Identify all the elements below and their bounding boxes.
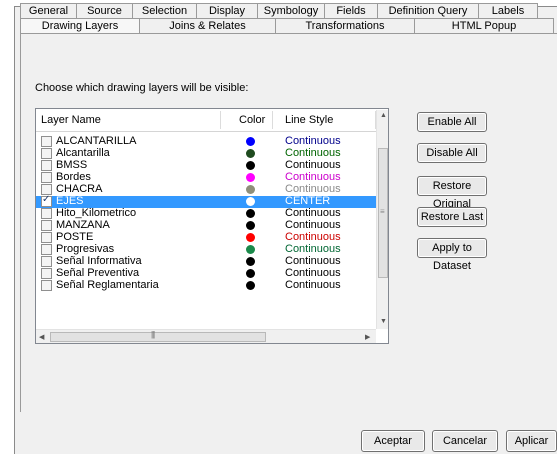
layer-color-swatch	[246, 269, 255, 278]
tab-row-top: General Source Selection Display Symbolo…	[20, 3, 538, 19]
layer-color-swatch	[246, 209, 255, 218]
layer-color-swatch	[246, 257, 255, 266]
layer-line-style: Continuous	[285, 279, 341, 291]
layer-line-style: Continuous	[285, 243, 341, 255]
layer-color-swatch	[246, 161, 255, 170]
scroll-down-icon[interactable]: ▼	[380, 318, 387, 325]
layer-line-style: Continuous	[285, 207, 341, 219]
layer-color-swatch	[246, 233, 255, 242]
layer-line-style: Continuous	[285, 171, 341, 183]
tab-joins-relates[interactable]: Joins & Relates	[139, 18, 276, 33]
layer-checkbox[interactable]	[41, 136, 52, 147]
layer-color-swatch	[246, 221, 255, 230]
vertical-scrollbar[interactable]: ▲ ≡ ▼	[376, 110, 388, 329]
layer-name: Señal Informativa	[56, 255, 142, 267]
layer-color-swatch	[246, 173, 255, 182]
column-header-layer-name[interactable]: Layer Name	[41, 114, 101, 126]
layer-color-swatch	[246, 149, 255, 158]
layer-checkbox[interactable]	[41, 220, 52, 231]
layer-color-swatch	[246, 281, 255, 290]
layer-row[interactable]: Señal Reglamentaria Continuous	[36, 279, 376, 292]
layer-checkbox[interactable]	[41, 280, 52, 291]
column-header-color[interactable]: Color	[239, 114, 265, 126]
layer-checkbox[interactable]	[41, 160, 52, 171]
layer-checkbox[interactable]	[41, 172, 52, 183]
scroll-left-icon[interactable]: ◀	[39, 333, 44, 341]
layer-line-style: Continuous	[285, 159, 341, 171]
layer-checkbox[interactable]	[41, 256, 52, 267]
tab-source[interactable]: Source	[76, 3, 133, 18]
scroll-up-icon[interactable]: ▲	[380, 112, 387, 119]
layer-checkbox[interactable]	[41, 148, 52, 159]
column-header-line-style[interactable]: Line Style	[285, 114, 333, 126]
layer-line-style: Continuous	[285, 135, 341, 147]
layer-line-style: Continuous	[285, 267, 341, 279]
layer-name: CHACRA	[56, 183, 103, 195]
layer-line-style: CENTER	[285, 195, 331, 207]
column-divider[interactable]	[272, 111, 273, 129]
horizontal-scroll-thumb[interactable]: |||	[50, 330, 266, 342]
tab-drawing-layers[interactable]: Drawing Layers	[20, 18, 140, 33]
apply-button[interactable]: Aplicar	[506, 430, 557, 452]
layer-color-swatch	[246, 197, 255, 206]
layer-line-style: Continuous	[285, 183, 341, 195]
layer-line-style: Continuous	[285, 147, 341, 159]
layer-color-swatch	[246, 185, 255, 194]
layer-name: MANZANA	[56, 219, 110, 231]
layer-checkbox[interactable]	[41, 268, 52, 279]
layer-color-swatch	[246, 137, 255, 146]
layer-name: Progresivas	[56, 243, 115, 255]
cancel-button[interactable]: Cancelar	[432, 430, 498, 452]
grip-icon: ≡	[380, 207, 385, 216]
horizontal-scrollbar[interactable]: ◀ ||| ▶	[36, 329, 376, 343]
tab-html-popup[interactable]: HTML Popup	[414, 18, 554, 33]
apply-to-dataset-button[interactable]: Apply to Dataset	[417, 238, 487, 272]
tab-general[interactable]: General	[20, 3, 77, 18]
grip-icon: |||	[151, 330, 155, 339]
layer-line-style: Continuous	[285, 219, 341, 231]
layer-name: BMSS	[56, 159, 88, 171]
tab-row-bottom: Drawing Layers Joins & Relates Transform…	[20, 18, 554, 34]
layer-checkbox[interactable]	[41, 208, 52, 219]
instruction-text: Choose which drawing layers will be visi…	[35, 82, 249, 94]
tab-display[interactable]: Display	[196, 3, 258, 18]
column-divider[interactable]	[220, 111, 221, 129]
tab-definition-query[interactable]: Definition Query	[377, 3, 479, 18]
layer-line-style: Continuous	[285, 231, 341, 243]
restore-last-button[interactable]: Restore Last	[417, 207, 487, 227]
layer-name: Señal Reglamentaria	[56, 279, 159, 291]
drawing-layers-list[interactable]: Layer Name Color Line Style ALCANTARILLA…	[35, 108, 389, 344]
layer-name: Hito_Kilometrico	[56, 207, 137, 219]
layer-checkbox[interactable]	[41, 244, 52, 255]
layer-name: Alcantarilla	[56, 147, 110, 159]
layer-name: EJES	[56, 195, 84, 207]
tab-transformations[interactable]: Transformations	[275, 18, 415, 33]
layer-line-style: Continuous	[285, 255, 341, 267]
layer-checkbox[interactable]	[41, 232, 52, 243]
layer-name: Bordes	[56, 171, 91, 183]
tab-symbology[interactable]: Symbology	[257, 3, 325, 18]
ok-button[interactable]: Aceptar	[361, 430, 425, 452]
vertical-scroll-thumb[interactable]: ≡	[378, 148, 388, 278]
list-header: Layer Name Color Line Style	[36, 109, 388, 132]
layer-checkbox[interactable]: ✓	[41, 194, 52, 207]
disable-all-button[interactable]: Disable All	[417, 143, 487, 163]
layer-color-swatch	[246, 245, 255, 254]
layer-name: POSTE	[56, 231, 94, 243]
tab-selection[interactable]: Selection	[132, 3, 197, 18]
layer-name: ALCANTARILLA	[56, 135, 137, 147]
tab-labels[interactable]: Labels	[478, 3, 538, 18]
enable-all-button[interactable]: Enable All	[417, 112, 487, 132]
checkmark-icon: ✓	[42, 194, 51, 205]
tab-fields[interactable]: Fields	[324, 3, 378, 18]
scroll-right-icon[interactable]: ▶	[365, 333, 370, 341]
restore-original-button[interactable]: Restore Original	[417, 176, 487, 210]
layer-name: Señal Preventiva	[56, 267, 140, 279]
